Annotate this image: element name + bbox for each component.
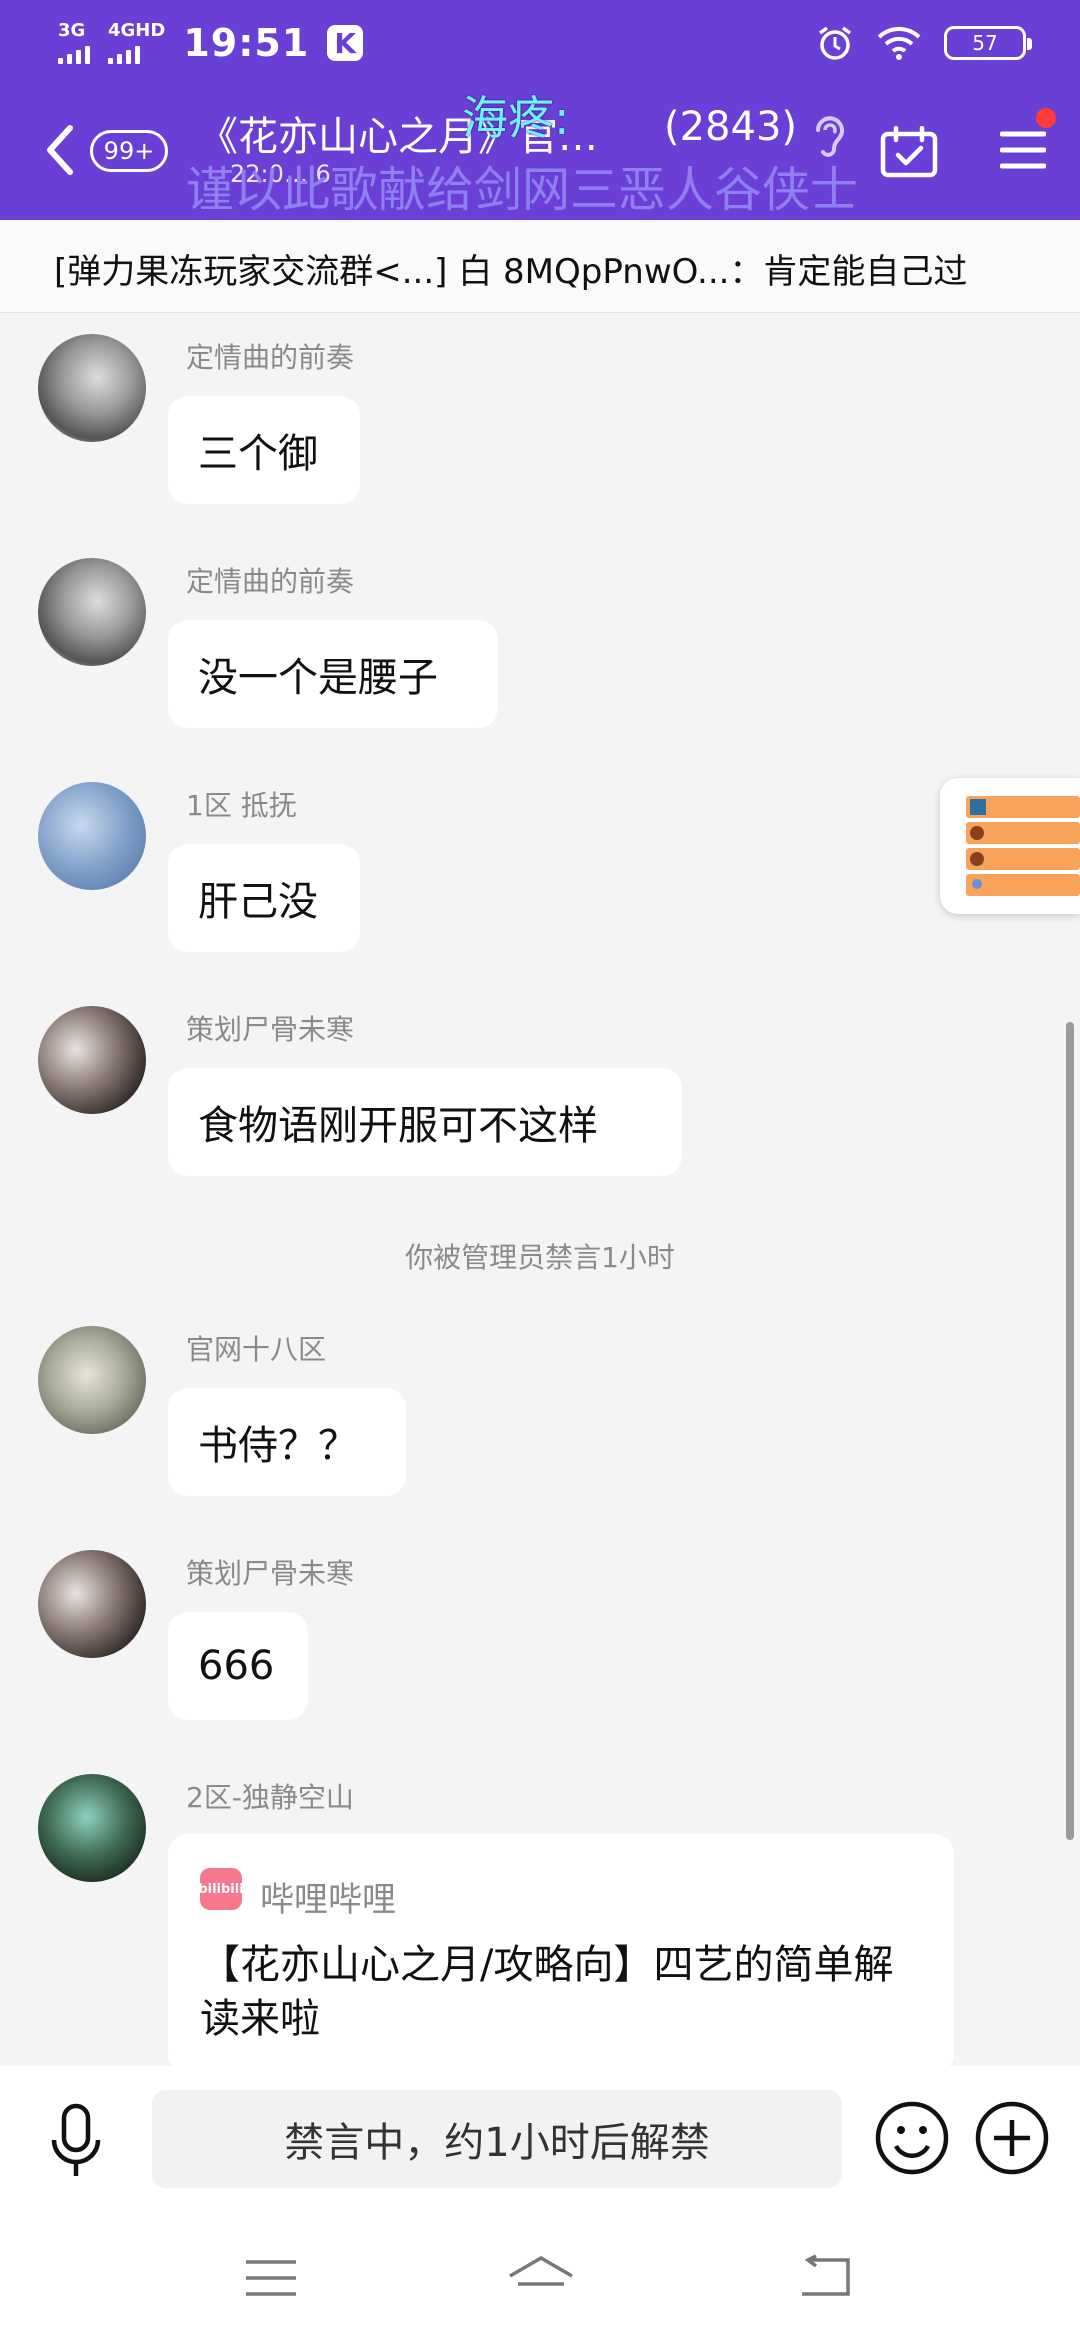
message-bubble[interactable]: 没一个是腰子 — [168, 620, 498, 728]
notice-text: [弹力果冻玩家交流群<...] 白 8MQpPnwO...：肯定能自己过 — [54, 252, 968, 292]
avatar[interactable] — [38, 1326, 146, 1434]
avatar[interactable] — [38, 1006, 146, 1114]
card-app-name: 哔哩哔哩 — [260, 1880, 396, 1920]
network-label-2: 4GHD — [108, 20, 166, 41]
app-notification-icon: K — [327, 25, 364, 61]
bilibili-icon: bilibili — [198, 1868, 244, 1910]
checkin-calendar-icon[interactable] — [880, 126, 938, 178]
sender-name: 2区-独静空山 — [186, 1781, 354, 1814]
avatar[interactable] — [38, 334, 146, 442]
danmaku-overlay-top: 海疼: — [462, 91, 570, 145]
sender-name: 官网十八区 — [186, 1333, 327, 1366]
message-bubble[interactable]: 食物语刚开服可不这样 — [168, 1068, 682, 1176]
input-bar: 禁言中，约1小时后解禁 — [0, 2066, 1080, 2214]
sender-name: 策划尸骨未寒 — [186, 1557, 355, 1590]
emoji-icon[interactable] — [874, 2100, 950, 2176]
notification-dot — [1036, 108, 1056, 128]
avatar[interactable] — [38, 782, 146, 890]
system-message: 你被管理员禁言1小时 — [405, 1241, 675, 1274]
scrollbar[interactable] — [1066, 1022, 1074, 1840]
back-arrow-icon[interactable] — [40, 120, 80, 180]
shared-link-card[interactable]: bilibili 哔哩哔哩 【花亦山心之月/攻略向】四艺的简单解读来啦 — [168, 1834, 954, 2074]
message-input[interactable]: 禁言中，约1小时后解禁 — [152, 2090, 842, 2188]
signal-icon — [58, 42, 90, 64]
sender-name: 1区 抵抚 — [186, 789, 297, 822]
status-bar-right: 57 — [816, 18, 1032, 68]
message-bubble[interactable]: 肝己没 — [168, 844, 360, 952]
battery-icon: 57 — [944, 26, 1032, 60]
message-bubble[interactable]: 书侍？？ — [168, 1388, 406, 1496]
message-bubble[interactable]: 666 — [168, 1612, 308, 1720]
nav-menu-icon[interactable] — [244, 2258, 298, 2298]
floating-widget[interactable] — [940, 778, 1080, 914]
nav-back-icon[interactable] — [796, 2254, 852, 2300]
sender-name: 定情曲的前奏 — [186, 565, 355, 598]
signal-icon-2 — [108, 42, 140, 64]
nav-home-icon[interactable] — [506, 2254, 576, 2302]
unread-count-badge[interactable]: 99+ — [90, 130, 168, 172]
microphone-icon[interactable] — [48, 2102, 104, 2182]
danmaku-overlay-main: 谨以此歌献给剑网三恶人谷侠士 — [186, 162, 859, 218]
clock: 19:51 — [183, 21, 310, 65]
top-header: 3G 4GHD 19:51 K 57 99+ 《花亦山心之月》官… (2843)… — [0, 0, 1080, 255]
network-label-1: 3G — [58, 20, 86, 41]
avatar[interactable] — [38, 1774, 146, 1882]
notice-bar[interactable]: [弹力果冻玩家交流群<...] 白 8MQpPnwO...：肯定能自己过 — [0, 220, 1080, 313]
system-nav-bar — [0, 2214, 1080, 2340]
avatar[interactable] — [38, 558, 146, 666]
member-count: (2843) — [664, 104, 798, 150]
menu-icon[interactable] — [1000, 130, 1046, 170]
card-title: 【花亦山心之月/攻略向】四艺的简单解读来啦 — [200, 1942, 894, 2042]
alarm-icon — [818, 26, 852, 60]
sender-name: 策划尸骨未寒 — [186, 1013, 355, 1046]
plus-icon[interactable] — [974, 2100, 1050, 2176]
avatar[interactable] — [38, 1550, 146, 1658]
sender-name: 定情曲的前奏 — [186, 341, 355, 374]
message-bubble[interactable]: 三个御 — [168, 396, 360, 504]
wifi-icon — [877, 27, 921, 60]
battery-level: 57 — [972, 31, 998, 55]
status-bar-left: 3G 4GHD 19:51 K — [58, 18, 364, 68]
